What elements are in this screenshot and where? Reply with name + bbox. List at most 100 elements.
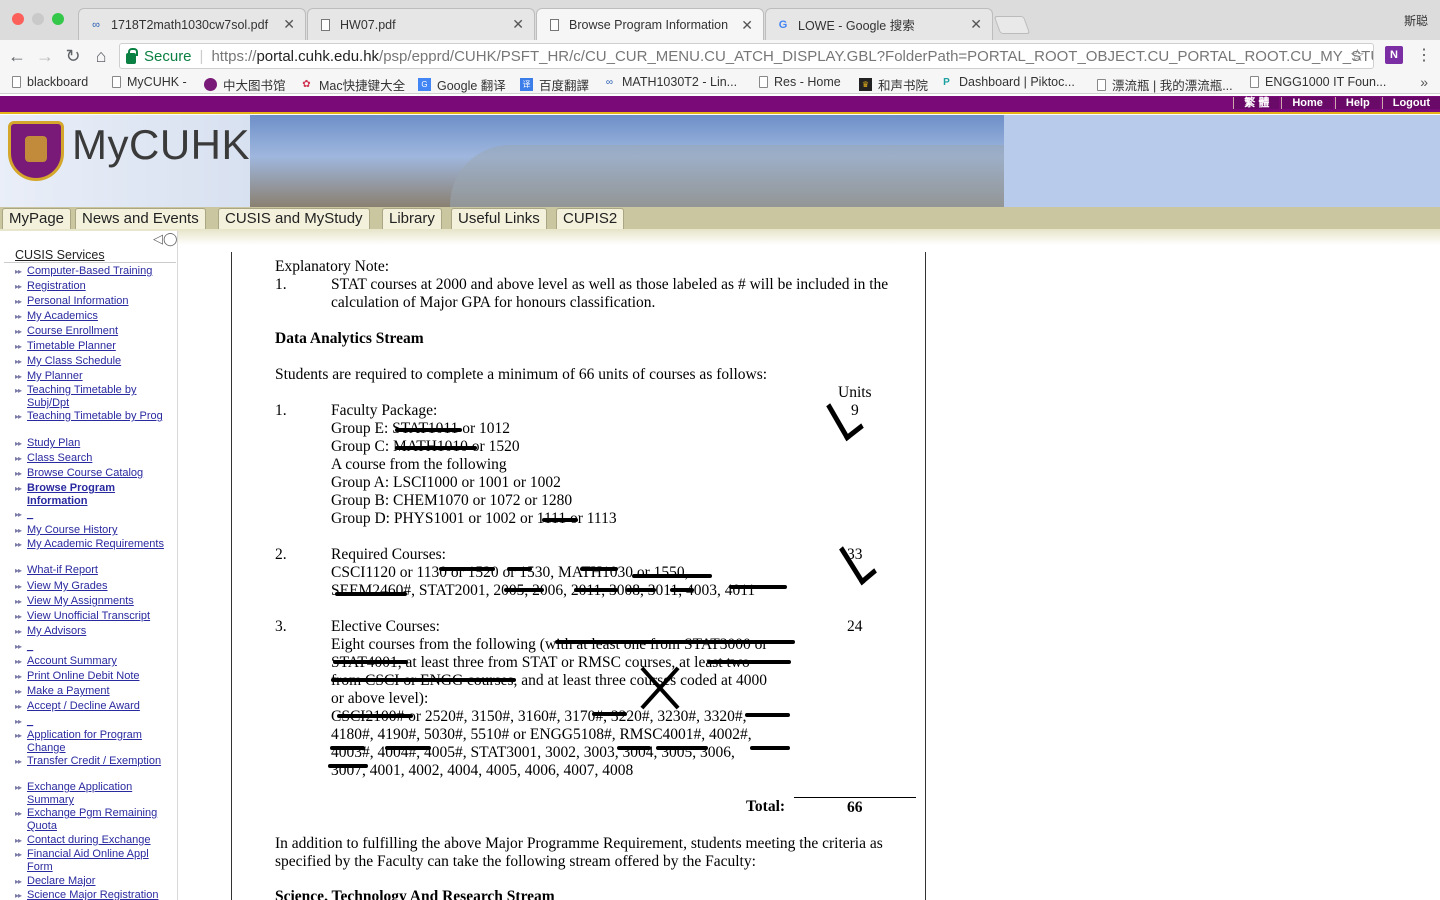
new-tab-button[interactable] <box>993 16 1031 34</box>
sidebar-item-label[interactable]: What-if Report <box>27 564 175 577</box>
sidebar-item[interactable]: ▸▸ Teaching Timetable by Prog <box>0 410 177 436</box>
sidebar-item-label[interactable]: Teaching Timetable by Prog <box>27 410 175 423</box>
more-bookmarks-icon[interactable]: » <box>1420 74 1428 90</box>
divider <box>4 262 176 263</box>
strike-mark <box>729 585 787 589</box>
sidebar-item-label[interactable]: Contact during Exchange <box>27 834 175 847</box>
bookmark-res-home[interactable]: Res - Home <box>759 75 841 89</box>
sidebar-item-label[interactable]: Exchange Application Summary <box>27 781 175 807</box>
bookmark-mycuhk[interactable]: MyCUHK - <box>112 75 187 89</box>
sidebar-item[interactable]: ▸▸ Science Major Registration <box>0 889 177 900</box>
tab-useful-links[interactable]: Useful Links <box>451 208 547 229</box>
secure-indicator[interactable]: Secure <box>126 47 192 65</box>
sidebar-item-label[interactable]: Science Major Registration <box>27 889 175 900</box>
sidebar-item[interactable]: ▸▸ Exchange Application Summary <box>0 781 177 807</box>
sidebar-header[interactable]: CUSIS Services <box>15 248 105 262</box>
bookmark-math1030[interactable]: ∞ MATH1030T2 - Lin... <box>603 75 737 89</box>
sidebar-item-label[interactable]: Course Enrollment <box>27 325 175 338</box>
bookmark-baidu-translate[interactable]: 译百度翻譯 <box>520 75 589 94</box>
bullet-icon: ▸▸ <box>15 612 22 621</box>
sidebar-item-label[interactable]: Account Summary <box>27 655 175 668</box>
bookmark-drift-bottle[interactable]: 漂流瓶 | 我的漂流瓶... <box>1097 75 1233 94</box>
sidebar-item-label[interactable]: My Academic Requirements <box>27 538 175 551</box>
profile-name[interactable]: 斯聪 <box>1404 12 1428 29</box>
sidebar-item-label[interactable]: Application for Program Change <box>27 729 175 755</box>
sidebar-item-label[interactable]: Transfer Credit / Exemption <box>27 755 175 768</box>
logout-link[interactable]: Logout <box>1381 97 1440 109</box>
sidebar-item-label[interactable]: Computer-Based Training <box>27 265 175 278</box>
tab-mypage[interactable]: MyPage <box>2 208 72 229</box>
sidebar-item[interactable]: ▸▸ Browse Program Information <box>0 482 177 508</box>
sidebar-item-label[interactable]: Make a Payment <box>27 685 175 698</box>
sidebar-item-label[interactable]: Declare Major <box>27 875 175 888</box>
tab-library[interactable]: Library <box>382 208 442 229</box>
help-link[interactable]: Help <box>1334 97 1380 109</box>
sidebar-item-label[interactable]: Browse Program Information <box>27 482 175 508</box>
tab-cupis2[interactable]: CUPIS2 <box>556 208 625 229</box>
tab-news-and-events[interactable]: News and Events <box>75 208 206 229</box>
browser-tab-1[interactable]: ∞ 1718T2math1030cw7sol.pdf ✕ <box>78 8 306 40</box>
strike-mark <box>592 712 627 716</box>
sidebar-item-label[interactable]: View My Assignments <box>27 595 175 608</box>
bookmark-college[interactable]: ♛ 和声书院 <box>859 75 928 94</box>
sidebar-item-label[interactable]: Exchange Pgm Remaining Quota <box>27 807 175 833</box>
browser-menu-icon[interactable]: ⋮ <box>1416 45 1432 65</box>
sidebar-item-label[interactable]: Financial Aid Online Appl Form <box>27 848 175 874</box>
sidebar-item-label[interactable]: Class Search <box>27 452 175 465</box>
sidebar-item[interactable]: ▸▸ Teaching Timetable by Subj/Dpt <box>0 384 177 410</box>
sidebar-item-label[interactable]: Timetable Planner <box>27 340 175 353</box>
close-window-button[interactable] <box>12 13 24 25</box>
reload-icon[interactable]: ↻ <box>62 45 84 67</box>
traditional-chinese-link[interactable]: 繁 體 <box>1233 97 1280 109</box>
sidebar-item-label[interactable]: Accept / Decline Award <box>27 700 175 713</box>
back-arrow-icon[interactable]: ← <box>6 45 28 67</box>
bookmark-piktochart[interactable]: P Dashboard | Piktoc... <box>940 75 1075 89</box>
bookmark-mac-shortcuts[interactable]: ✿ Mac快捷键大全 <box>300 75 405 94</box>
close-tab-icon[interactable]: ✕ <box>283 16 295 33</box>
bookmark-library[interactable]: 中大图书馆 <box>204 75 286 94</box>
sidebar-item-label[interactable]: _ <box>27 715 175 728</box>
onenote-extension-icon[interactable]: N <box>1385 46 1403 64</box>
sidebar-item-label[interactable]: Teaching Timetable by Subj/Dpt <box>27 384 175 410</box>
sidebar-item-label[interactable]: Personal Information <box>27 295 175 308</box>
bookmark-blackboard[interactable]: blackboard <box>12 75 88 89</box>
maximize-window-button[interactable] <box>52 13 64 25</box>
sidebar-item[interactable]: ▸▸ Exchange Pgm Remaining Quota <box>0 807 177 833</box>
bullet-icon: ▸▸ <box>15 757 22 766</box>
sidebar-item[interactable]: ▸▸ Financial Aid Online Appl Form <box>0 848 177 874</box>
sidebar-item[interactable]: ▸▸ Transfer Credit / Exemption <box>0 755 177 781</box>
sidebar-item-label[interactable]: Registration <box>27 280 175 293</box>
sidebar-item-label[interactable]: _ <box>27 508 175 521</box>
sidebar-item-label[interactable]: My Planner <box>27 370 175 383</box>
home-link[interactable]: Home <box>1281 97 1333 109</box>
bookmark-star-icon[interactable]: ☆ <box>1350 46 1365 66</box>
sidebar-item-label[interactable]: Browse Course Catalog <box>27 467 175 480</box>
forward-arrow-icon[interactable]: → <box>34 45 56 67</box>
sidebar-item-label[interactable]: My Advisors <box>27 625 175 638</box>
home-icon[interactable]: ⌂ <box>90 45 112 67</box>
bookmark-google-translate[interactable]: G Google 翻译 <box>418 75 506 94</box>
address-bar[interactable]: Secure | https://portal.cuhk.edu.hk/psp/… <box>119 43 1374 69</box>
sidebar-item-label[interactable]: My Academics <box>27 310 175 323</box>
sidebar-item-label[interactable]: Print Online Debit Note <box>27 670 175 683</box>
sidebar-item-label[interactable]: Study Plan <box>27 437 175 450</box>
tab-cusis-and-mystudy[interactable]: CUSIS and MyStudy <box>218 208 370 229</box>
sidebar-item-label[interactable]: _ <box>27 640 175 653</box>
sidebar-item-label[interactable]: View Unofficial Transcript <box>27 610 175 623</box>
sidebar-item[interactable]: ▸▸ Application for Program Change <box>0 729 177 755</box>
close-tab-icon[interactable]: ✕ <box>741 17 753 34</box>
section-units: 24 <box>847 618 863 635</box>
browser-tab-2[interactable]: HW07.pdf ✕ <box>307 8 535 40</box>
collapse-menu-icon[interactable]: ◁◯ <box>153 231 177 247</box>
sidebar-item-label[interactable]: View My Grades <box>27 580 175 593</box>
close-tab-icon[interactable]: ✕ <box>970 16 982 33</box>
bookmark-engg1000[interactable]: ENGG1000 IT Foun... <box>1250 75 1386 89</box>
browser-tab-3[interactable]: Browse Program Information ✕ <box>536 8 764 41</box>
close-tab-icon[interactable]: ✕ <box>512 16 524 33</box>
sidebar-item[interactable]: ▸▸ My Academic Requirements <box>0 538 177 564</box>
sidebar-item-label[interactable]: My Course History <box>27 524 175 537</box>
minimize-window-button[interactable] <box>32 13 44 25</box>
banner-photo <box>250 115 1004 207</box>
browser-tab-4[interactable]: G LOWE - Google 搜索 ✕ <box>765 8 993 40</box>
sidebar-item-label[interactable]: My Class Schedule <box>27 355 175 368</box>
